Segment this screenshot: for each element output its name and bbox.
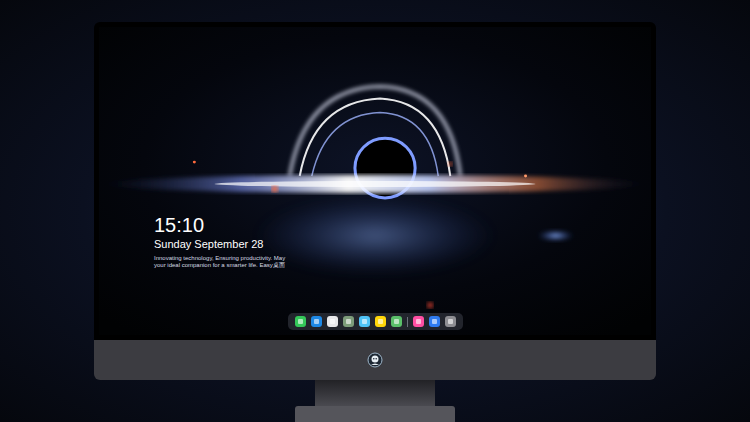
monitor-bezel: 15:10Sunday September 28 Innovating techn… <box>94 22 656 340</box>
app-icon[interactable] <box>295 316 306 327</box>
screen: 15:10Sunday September 28 Innovating techn… <box>99 27 651 335</box>
page: 15:10Sunday September 28 Innovating techn… <box>0 0 750 422</box>
tagline: Innovating technology, Ensuring producti… <box>154 255 651 269</box>
dock <box>288 313 463 330</box>
wallpaper-image <box>99 27 651 335</box>
app-icon[interactable] <box>311 316 322 327</box>
lock-clock: 15:10Sunday September 28 Innovating techn… <box>154 213 651 269</box>
app-icon[interactable] <box>343 316 354 327</box>
monitor-chin <box>94 340 656 380</box>
logo-icon <box>367 352 383 368</box>
clock-time: 15:10 <box>154 213 651 237</box>
clock-date: Sunday September 28 <box>154 237 651 251</box>
dock-separator <box>407 317 408 327</box>
monitor-neck <box>315 380 435 406</box>
app-icon[interactable] <box>359 316 370 327</box>
app-icon[interactable] <box>413 316 424 327</box>
monitor-base <box>295 406 455 422</box>
app-icon[interactable] <box>391 316 402 327</box>
app-icon[interactable] <box>327 316 338 327</box>
app-icon[interactable] <box>429 316 440 327</box>
app-icon[interactable] <box>445 316 456 327</box>
monitor: 15:10Sunday September 28 Innovating techn… <box>94 22 656 422</box>
app-icon[interactable] <box>375 316 386 327</box>
